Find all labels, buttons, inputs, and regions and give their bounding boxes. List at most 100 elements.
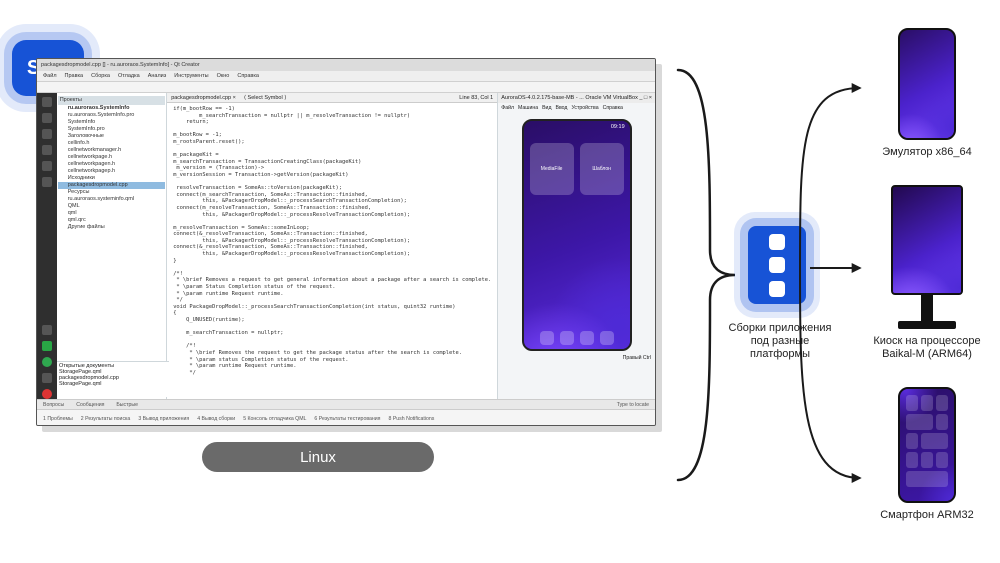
editor-tabs: packagesdropmodel.cpp × ⟨ Select Symbol … — [167, 93, 497, 103]
mode-help-icon[interactable] — [42, 177, 52, 187]
linux-label: Linux — [300, 449, 336, 466]
tree-folder-sources[interactable]: Исходники — [58, 175, 165, 182]
build-square-icon — [769, 281, 785, 297]
tree-item[interactable]: qml.qrc — [58, 217, 165, 224]
output-tab[interactable]: 8 Push Notifications — [389, 416, 435, 422]
output-tab[interactable]: 2 Результаты поиска — [81, 416, 131, 422]
mode-edit-icon[interactable] — [42, 113, 52, 123]
kiosk-device — [891, 185, 963, 329]
code-editor[interactable]: packagesdropmodel.cpp × ⟨ Select Symbol … — [167, 93, 497, 399]
mode-bar[interactable] — [37, 93, 57, 399]
vm-window-controls[interactable]: Oracle VM VirtualBox _ □ × — [585, 95, 652, 101]
tree-folder-other[interactable]: Другие файлы — [58, 224, 165, 231]
mode-projects-icon[interactable] — [42, 161, 52, 171]
build-square-icon — [769, 257, 785, 273]
vm-phone: 09:19 MediaFile Шаблон — [522, 119, 632, 351]
project-tree-header: Проекты — [58, 96, 165, 105]
mode-design-icon[interactable] — [42, 129, 52, 139]
editor-content[interactable]: if(m_bootRow == -1) m_searchTransaction … — [167, 103, 497, 399]
tree-folder-qml[interactable]: QML — [58, 203, 165, 210]
ide-menubar: Файл Правка Сборка Отладка Анализ Инстру… — [37, 71, 655, 81]
ide-locator-bar: Вопросы Сообщения Быстрые Type to locate — [37, 399, 655, 409]
build-button-icon[interactable] — [42, 373, 52, 383]
tree-item[interactable]: SystemInfo.pro — [58, 126, 165, 133]
menu-window[interactable]: Окно — [217, 73, 230, 79]
targets-column: Эмулятор x86_64 Киоск на процессоре Baik… — [862, 28, 992, 522]
ide-window: packagesdropmodel.cpp [] - ru.auroraos.S… — [36, 58, 656, 426]
status-quick[interactable]: Быстрые — [116, 402, 138, 408]
status-messages[interactable]: Сообщения — [76, 402, 104, 408]
menu-help[interactable]: Справка — [237, 73, 259, 79]
debug-run-icon[interactable] — [42, 357, 52, 367]
tree-item[interactable]: cellnetworkpage.h — [58, 154, 165, 161]
vm-menu[interactable]: Справка — [603, 105, 623, 111]
tree-item[interactable]: cellinfo.h — [58, 140, 165, 147]
menu-analyze[interactable]: Анализ — [148, 73, 167, 79]
output-tab[interactable]: 5 Консоль отладчика QML — [243, 416, 306, 422]
vm-menu[interactable]: Устройства — [571, 105, 598, 111]
tree-item[interactable]: cellnetworkpagen.h — [58, 161, 165, 168]
vm-menu[interactable]: Ввод — [555, 105, 567, 111]
build-square-icon — [769, 234, 785, 250]
output-tab[interactable]: 6 Результаты тестирования — [314, 416, 380, 422]
open-doc-item[interactable]: StoragePage.qml — [59, 381, 167, 387]
smartphone-device — [898, 387, 956, 503]
output-tab[interactable]: 4 Вывод сборки — [197, 416, 235, 422]
target-kiosk-label: Киоск на процессоре Baikal-M (ARM64) — [862, 335, 992, 361]
vm-card[interactable]: Шаблон — [580, 143, 624, 195]
vm-menu[interactable]: Вид — [542, 105, 551, 111]
vm-menu[interactable]: Файл — [501, 105, 514, 111]
run-button-icon[interactable] — [42, 341, 52, 351]
dock-app-icon[interactable] — [600, 331, 614, 345]
mode-welcome-icon[interactable] — [42, 97, 52, 107]
project-tree[interactable]: Проекты ru.auroraos.SystemInfo ru.aurora… — [57, 93, 167, 399]
output-tab[interactable]: 3 Вывод приложения — [138, 416, 189, 422]
mode-debug-icon[interactable] — [42, 145, 52, 155]
tree-item[interactable]: ru.auroraos.systeminfo.qml — [58, 196, 165, 203]
vm-titlebar: AuroraOS-4.0.2.175-base-MB - ... Oracle … — [498, 93, 655, 103]
target-kiosk: Киоск на процессоре Baikal-M (ARM64) — [862, 185, 992, 361]
tree-item[interactable]: cellnetworkpagep.h — [58, 168, 165, 175]
ide-output-tabs: 1 Проблемы 2 Результаты поиска 3 Вывод п… — [37, 409, 655, 426]
symbol-selector[interactable]: ⟨ Select Symbol ⟩ — [244, 95, 287, 101]
menu-file[interactable]: Файл — [43, 73, 57, 79]
target-smartphone: Смартфон ARM32 — [880, 387, 974, 522]
open-documents[interactable]: Открытые документы StoragePage.qml packa… — [57, 361, 169, 397]
target-smartphone-label: Смартфон ARM32 — [880, 509, 974, 522]
project-root[interactable]: ru.auroraos.SystemInfo — [58, 105, 165, 112]
tree-item[interactable]: cellnetworkmanager.h — [58, 147, 165, 154]
line-col-indicator: Line 83, Col 1 — [459, 95, 493, 101]
platform-label-linux: Linux — [202, 442, 434, 472]
ide-titlebar: packagesdropmodel.cpp [] - ru.auroraos.S… — [37, 59, 655, 71]
emulator-device — [898, 28, 956, 140]
vm-host-key: Правый Ctrl — [498, 353, 655, 363]
menu-edit[interactable]: Правка — [65, 73, 84, 79]
tree-item[interactable]: qml — [58, 210, 165, 217]
locator-hint[interactable]: Type to locate — [617, 402, 649, 408]
dock-app-icon[interactable] — [540, 331, 554, 345]
vm-panel: AuroraOS-4.0.2.175-base-MB - ... Oracle … — [497, 93, 655, 399]
dock-app-icon[interactable] — [580, 331, 594, 345]
project-pro[interactable]: ru.auroraos.SystemInfo.pro — [58, 112, 165, 119]
stop-button-icon[interactable] — [42, 389, 52, 399]
output-tab[interactable]: 1 Проблемы — [43, 416, 73, 422]
kit-selector-icon[interactable] — [42, 325, 52, 335]
vm-menubar: Файл Машина Вид Ввод Устройства Справка — [498, 103, 655, 113]
menu-debug[interactable]: Отладка — [118, 73, 140, 79]
tree-folder-resources[interactable]: Ресурсы — [58, 189, 165, 196]
vm-card[interactable]: MediaFile — [530, 143, 574, 195]
tree-item[interactable]: SystemInfo — [58, 119, 165, 126]
tree-item-selected[interactable]: packagesdropmodel.cpp — [58, 182, 165, 189]
menu-tools[interactable]: Инструменты — [174, 73, 208, 79]
vm-menu[interactable]: Машина — [518, 105, 538, 111]
editor-tab-active[interactable]: packagesdropmodel.cpp × — [171, 95, 236, 101]
dock-app-icon[interactable] — [560, 331, 574, 345]
target-emulator: Эмулятор x86_64 — [882, 28, 971, 159]
tree-folder-headers[interactable]: Заголовочные — [58, 133, 165, 140]
target-emulator-label: Эмулятор x86_64 — [882, 146, 971, 159]
status-issues[interactable]: Вопросы — [43, 402, 64, 408]
vm-cards: MediaFile Шаблон — [530, 143, 624, 195]
vm-clock: 09:19 — [611, 124, 625, 130]
menu-build[interactable]: Сборка — [91, 73, 110, 79]
ide-toolbars — [37, 81, 655, 93]
